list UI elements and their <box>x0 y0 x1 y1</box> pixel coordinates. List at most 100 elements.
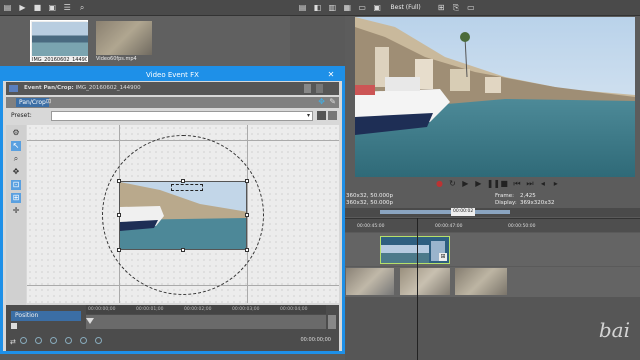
frame-label: Frame: <box>495 193 514 199</box>
close-icon[interactable]: ✕ <box>320 69 342 81</box>
resize-handle[interactable] <box>117 213 121 217</box>
snap-icon[interactable]: ✥ <box>11 167 21 177</box>
fx-tabs: Pan/Crop ⊡ ✥ ✎ <box>6 97 339 108</box>
go-to-start-icon[interactable]: ⏮ <box>513 179 522 188</box>
frame-value: 2,425 <box>520 193 536 199</box>
resize-handle[interactable] <box>117 248 121 252</box>
ruler-time: 00:00:01;00 <box>136 307 164 312</box>
cursor-timecode: 00:00:00;00 <box>300 337 331 343</box>
frame-top-indicator <box>171 184 203 191</box>
chevron-down-icon: ▾ <box>306 112 310 119</box>
copy-snapshot-icon[interactable]: ⎘ <box>452 3 461 12</box>
pan-crop-workspace[interactable] <box>27 125 339 303</box>
delete-preset-icon[interactable] <box>328 111 337 120</box>
selected-clip[interactable]: ⊞ <box>380 236 450 264</box>
ruler-time: 00:00:47:00 <box>435 224 463 229</box>
plugin-chain-bar: Event Pan/Crop: IMG_20160602_144900 <box>6 82 339 95</box>
timeline-cursor[interactable] <box>417 218 418 360</box>
pause-icon[interactable]: ❚❚ <box>487 179 500 188</box>
media-icon[interactable]: ▣ <box>373 3 382 12</box>
scrollbar[interactable] <box>328 315 336 329</box>
resize-handle[interactable] <box>245 179 249 183</box>
go-to-end-icon[interactable]: ⏭ <box>525 179 534 188</box>
prev-keyframe-icon[interactable] <box>34 337 42 344</box>
keyframe-controller: Position 00:00:00;00 00:00:01;00 00:00:0… <box>6 305 339 351</box>
mask-checkbox[interactable] <box>11 323 17 329</box>
gear-icon[interactable]: ⚙ <box>11 128 21 138</box>
preset-dropdown[interactable]: ▾ <box>51 111 313 121</box>
prev-frame-icon[interactable]: ◂ <box>538 179 547 188</box>
add-keyframe-icon[interactable] <box>79 337 87 344</box>
media-item[interactable]: Video60fps.mp4 <box>95 20 153 62</box>
stop-icon[interactable]: ■ <box>500 179 509 188</box>
crop-frame-image[interactable] <box>119 181 247 250</box>
sync-cursor-icon[interactable]: ⇄ <box>10 338 16 346</box>
video-event-fx-dialog: Video Event FX ✕ Event Pan/Crop: IMG_201… <box>0 66 345 354</box>
resize-handle[interactable] <box>181 179 185 183</box>
split-screen-icon[interactable]: ▥ <box>328 3 337 12</box>
external-monitor-icon[interactable]: ▭ <box>358 3 367 12</box>
display-value: 369x320x32 <box>520 200 555 206</box>
save-preset-icon[interactable] <box>317 111 326 120</box>
resize-handle[interactable] <box>245 213 249 217</box>
clip[interactable] <box>455 268 507 295</box>
preset-row: Preset: ▾ <box>6 110 339 122</box>
resize-handle[interactable] <box>181 248 185 252</box>
zoom-tool-icon[interactable]: ⌕ <box>11 154 21 164</box>
preview-info: 360x32, 50.000p <box>346 200 393 206</box>
record-icon[interactable]: ● <box>435 179 444 188</box>
resize-handle[interactable] <box>117 179 121 183</box>
keyframe-track[interactable] <box>86 315 326 329</box>
media-item[interactable]: IMG_20160602_144900... <box>30 20 88 63</box>
keyframe-nav <box>20 337 108 347</box>
properties-icon[interactable]: ▤ <box>298 3 307 12</box>
clip[interactable] <box>346 268 394 295</box>
loop-length: 00:00:02 <box>451 208 476 216</box>
views-icon[interactable]: ☰ <box>63 3 72 12</box>
quality-dropdown[interactable]: Best (Full) <box>391 4 421 11</box>
clip[interactable] <box>400 268 450 295</box>
preview-toolbar: ▤ ◧ ▥ ▦ ▭ ▣ Best (Full) ⊞ ⎘ ▭ <box>290 0 640 16</box>
plugin-chain-icon[interactable] <box>304 84 311 93</box>
timeline-ruler[interactable]: 00:00:45:00 00:00:47:00 00:00:50:00 <box>345 218 640 232</box>
loop-icon[interactable]: ↻ <box>448 179 457 188</box>
event-fx-icon[interactable]: ⊞ <box>439 253 447 261</box>
media-item-label: Video60fps.mp4 <box>96 56 137 62</box>
play-icon[interactable]: ▶ <box>474 179 483 188</box>
media-item-label: IMG_20160602_144900... <box>32 57 87 63</box>
keyframe-ruler[interactable]: 00:00:00;00 00:00:01;00 00:00:02;00 00:0… <box>86 305 326 314</box>
remove-plugin-icon[interactable] <box>316 84 323 93</box>
loop-region-bar[interactable]: 00:00:02 <box>345 208 640 217</box>
stop-icon[interactable]: ■ <box>33 3 42 12</box>
grid-icon[interactable]: ⊞ <box>437 3 446 12</box>
save-snapshot-icon[interactable]: ▭ <box>466 3 475 12</box>
overlay-icon[interactable]: ▦ <box>343 3 352 12</box>
preview-fx-icon[interactable]: ◧ <box>313 3 322 12</box>
watermark: bai <box>598 318 630 342</box>
display-label: Display: <box>495 200 517 206</box>
auto-preview-icon[interactable]: ▣ <box>48 3 57 12</box>
size-about-center-icon[interactable]: ⊞ <box>11 193 21 203</box>
ruler-time: 00:00:02;00 <box>184 307 212 312</box>
last-keyframe-icon[interactable] <box>64 337 72 344</box>
chain-label: Event Pan/Crop: <box>24 85 74 91</box>
move-icon[interactable]: ✥ <box>318 97 325 106</box>
keyframe-marker[interactable] <box>86 318 94 324</box>
tab-pan-crop[interactable]: Pan/Crop <box>16 98 49 107</box>
play-from-start-icon[interactable]: ▶ <box>461 179 470 188</box>
delete-keyframe-icon[interactable] <box>94 337 102 344</box>
position-track-label[interactable]: Position <box>11 311 81 321</box>
play-icon[interactable]: ▶ <box>18 3 27 12</box>
next-frame-icon[interactable]: ▸ <box>551 179 560 188</box>
import-icon[interactable]: ▤ <box>3 3 12 12</box>
edit-icon[interactable]: ✎ <box>329 97 336 106</box>
resize-handle[interactable] <box>245 248 249 252</box>
normal-edit-tool-icon[interactable]: ↖ <box>11 141 21 151</box>
lock-aspect-icon[interactable]: ⊡ <box>11 180 21 190</box>
next-keyframe-icon[interactable] <box>49 337 57 344</box>
search-icon[interactable]: ⌕ <box>78 3 87 12</box>
move-freely-icon[interactable]: ✛ <box>11 206 21 216</box>
first-keyframe-icon[interactable] <box>20 337 27 344</box>
loop-region[interactable] <box>380 210 510 214</box>
tab-bypass-icon[interactable]: ⊡ <box>46 98 51 105</box>
